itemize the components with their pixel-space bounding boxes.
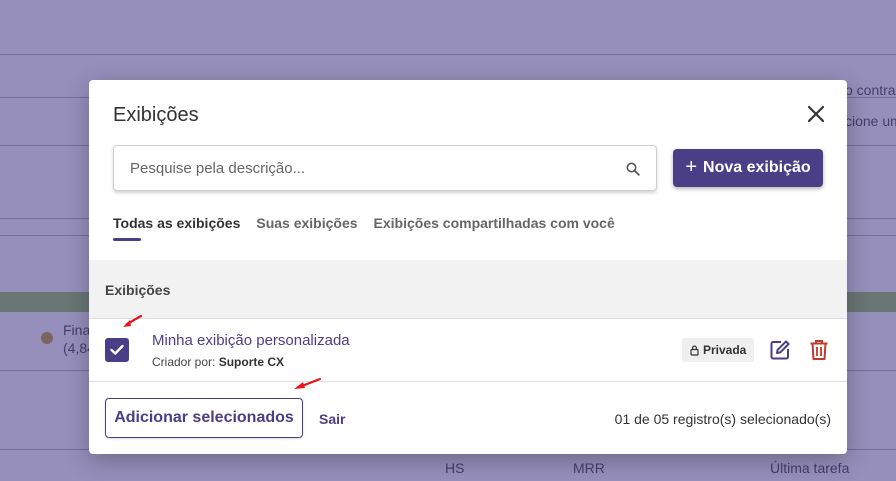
trash-icon[interactable] bbox=[809, 339, 829, 361]
tab-shared-views[interactable]: Exibições compartilhadas com você bbox=[374, 215, 615, 241]
modal-title: Exibições bbox=[113, 104, 199, 126]
lock-icon bbox=[690, 345, 699, 356]
search-icon[interactable] bbox=[626, 162, 640, 176]
tab-your-views[interactable]: Suas exibições bbox=[256, 215, 357, 241]
close-button[interactable] bbox=[807, 105, 825, 123]
list-item: Minha exibição personalizada Criador por… bbox=[89, 320, 847, 382]
exit-link[interactable]: Sair bbox=[319, 411, 345, 427]
creator-prefix: Criador por: bbox=[152, 355, 216, 369]
edit-icon[interactable] bbox=[769, 339, 791, 361]
view-title-link[interactable]: Minha exibição personalizada bbox=[152, 332, 350, 349]
views-tabs: Todas as exibições Suas exibições Exibiç… bbox=[113, 215, 615, 241]
selection-count: 01 de 05 registro(s) selecionado(s) bbox=[614, 411, 831, 427]
private-badge: Privada bbox=[682, 338, 755, 362]
tab-all-views[interactable]: Todas as exibições bbox=[113, 215, 240, 241]
close-icon bbox=[807, 105, 825, 123]
view-creator: Criador por: Suporte CX bbox=[152, 355, 284, 369]
new-view-button-label: Nova exibição bbox=[703, 159, 811, 176]
plus-icon: + bbox=[685, 156, 698, 178]
views-modal: Exibições + Nova exibição Todas as exibi… bbox=[89, 80, 847, 454]
arrow-annotation-icon bbox=[294, 377, 322, 389]
arrow-annotation-icon bbox=[123, 314, 143, 327]
check-icon bbox=[110, 344, 124, 355]
list-header: Exibições bbox=[89, 260, 847, 319]
search-field bbox=[113, 145, 657, 191]
new-view-button[interactable]: + Nova exibição bbox=[673, 149, 823, 187]
creator-name: Suporte CX bbox=[218, 355, 285, 369]
add-selected-button[interactable]: Adicionar selecionados bbox=[105, 398, 303, 438]
private-badge-label: Privada bbox=[703, 343, 747, 357]
row-checkbox[interactable] bbox=[105, 338, 129, 362]
list-header-label: Exibições bbox=[105, 282, 171, 298]
search-input[interactable] bbox=[130, 146, 610, 190]
